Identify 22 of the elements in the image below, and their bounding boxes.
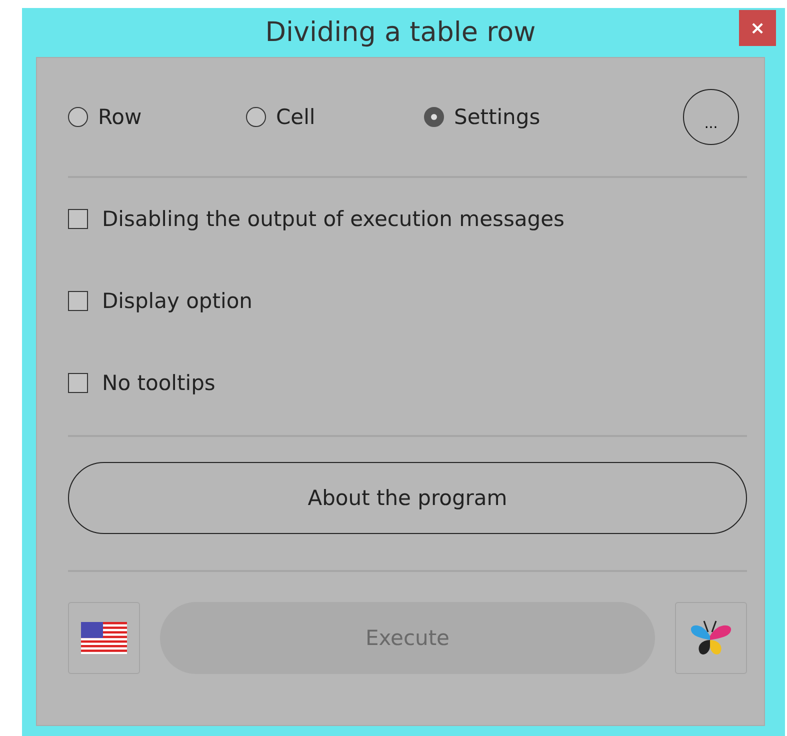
radio-button[interactable] (424, 107, 444, 127)
radio-label: Row (98, 105, 142, 129)
close-button[interactable]: × (739, 10, 776, 46)
radio-button[interactable] (246, 107, 266, 127)
more-button[interactable]: ... (683, 89, 739, 145)
checkbox[interactable] (68, 372, 88, 392)
checkbox[interactable] (68, 290, 88, 310)
checkbox-label: Display option (102, 288, 252, 312)
language-button[interactable] (68, 602, 140, 674)
radio-option[interactable]: Settings (424, 105, 602, 129)
about-button[interactable]: About the program (68, 462, 747, 534)
radio-option[interactable]: Row (68, 105, 246, 129)
logo-button[interactable] (675, 602, 747, 674)
radio-label: Cell (276, 105, 316, 129)
radio-button[interactable] (68, 107, 88, 127)
radio-option[interactable]: Cell (246, 105, 424, 129)
checkbox[interactable] (68, 208, 88, 228)
flag-icon (81, 622, 127, 654)
checkbox-label: No tooltips (102, 370, 216, 394)
checkbox-label: Disabling the output of execution messages (102, 206, 564, 230)
radio-label: Settings (454, 105, 540, 129)
window-title: Dividing a table row (265, 17, 536, 48)
